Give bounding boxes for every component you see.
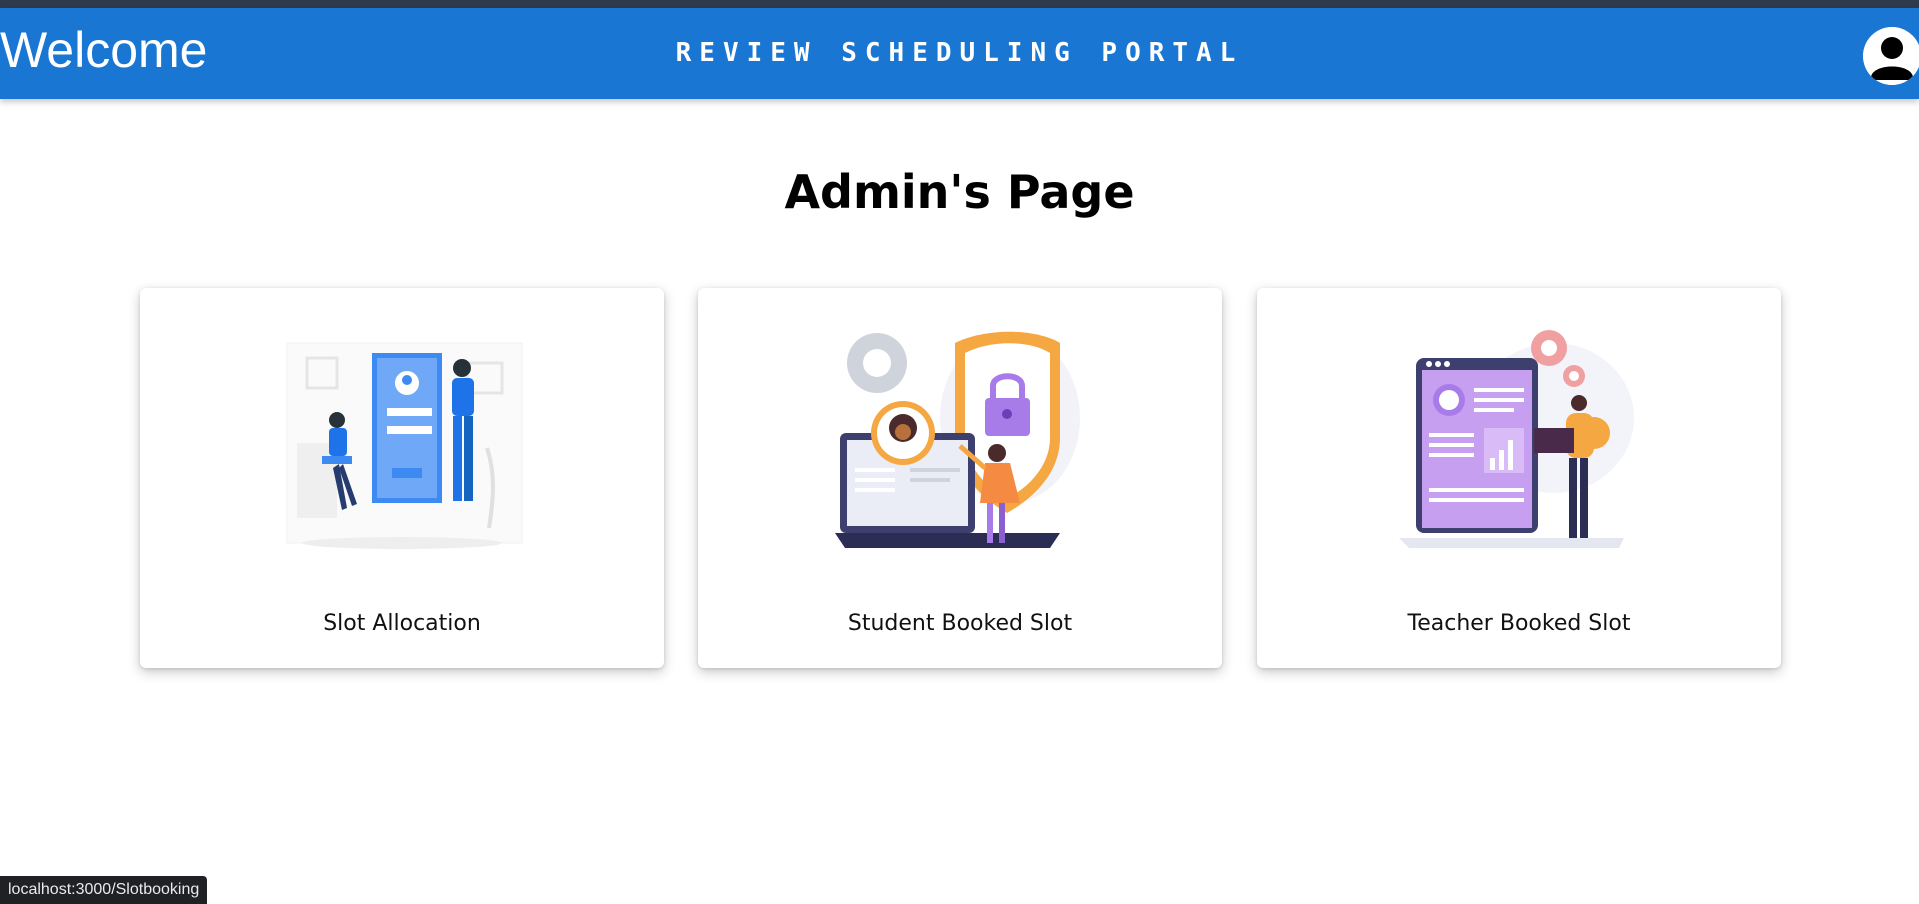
browser-top-strip (0, 0, 1919, 8)
user-avatar-icon[interactable] (1863, 27, 1919, 85)
card-slot-allocation[interactable]: Slot Allocation (140, 288, 664, 668)
card-label: Student Booked Slot (847, 611, 1073, 636)
card-student-booked-slot[interactable]: Student Booked Slot (698, 288, 1222, 668)
security-lock-illustration (835, 328, 1085, 563)
card-teacher-booked-slot[interactable]: Teacher Booked Slot (1257, 288, 1781, 668)
card-label: Slot Allocation (323, 611, 481, 636)
status-bar-url: localhost:3000/Slotbooking (0, 876, 208, 904)
dashboard-report-illustration (1394, 328, 1644, 563)
navbar: Welcome REVIEW SCHEDULING PORTAL (0, 8, 1919, 99)
card-label: Teacher Booked Slot (1407, 611, 1631, 636)
page-title: Admin's Page (784, 165, 1135, 219)
portal-title: REVIEW SCHEDULING PORTAL (675, 38, 1244, 68)
login-form-illustration (277, 328, 527, 563)
